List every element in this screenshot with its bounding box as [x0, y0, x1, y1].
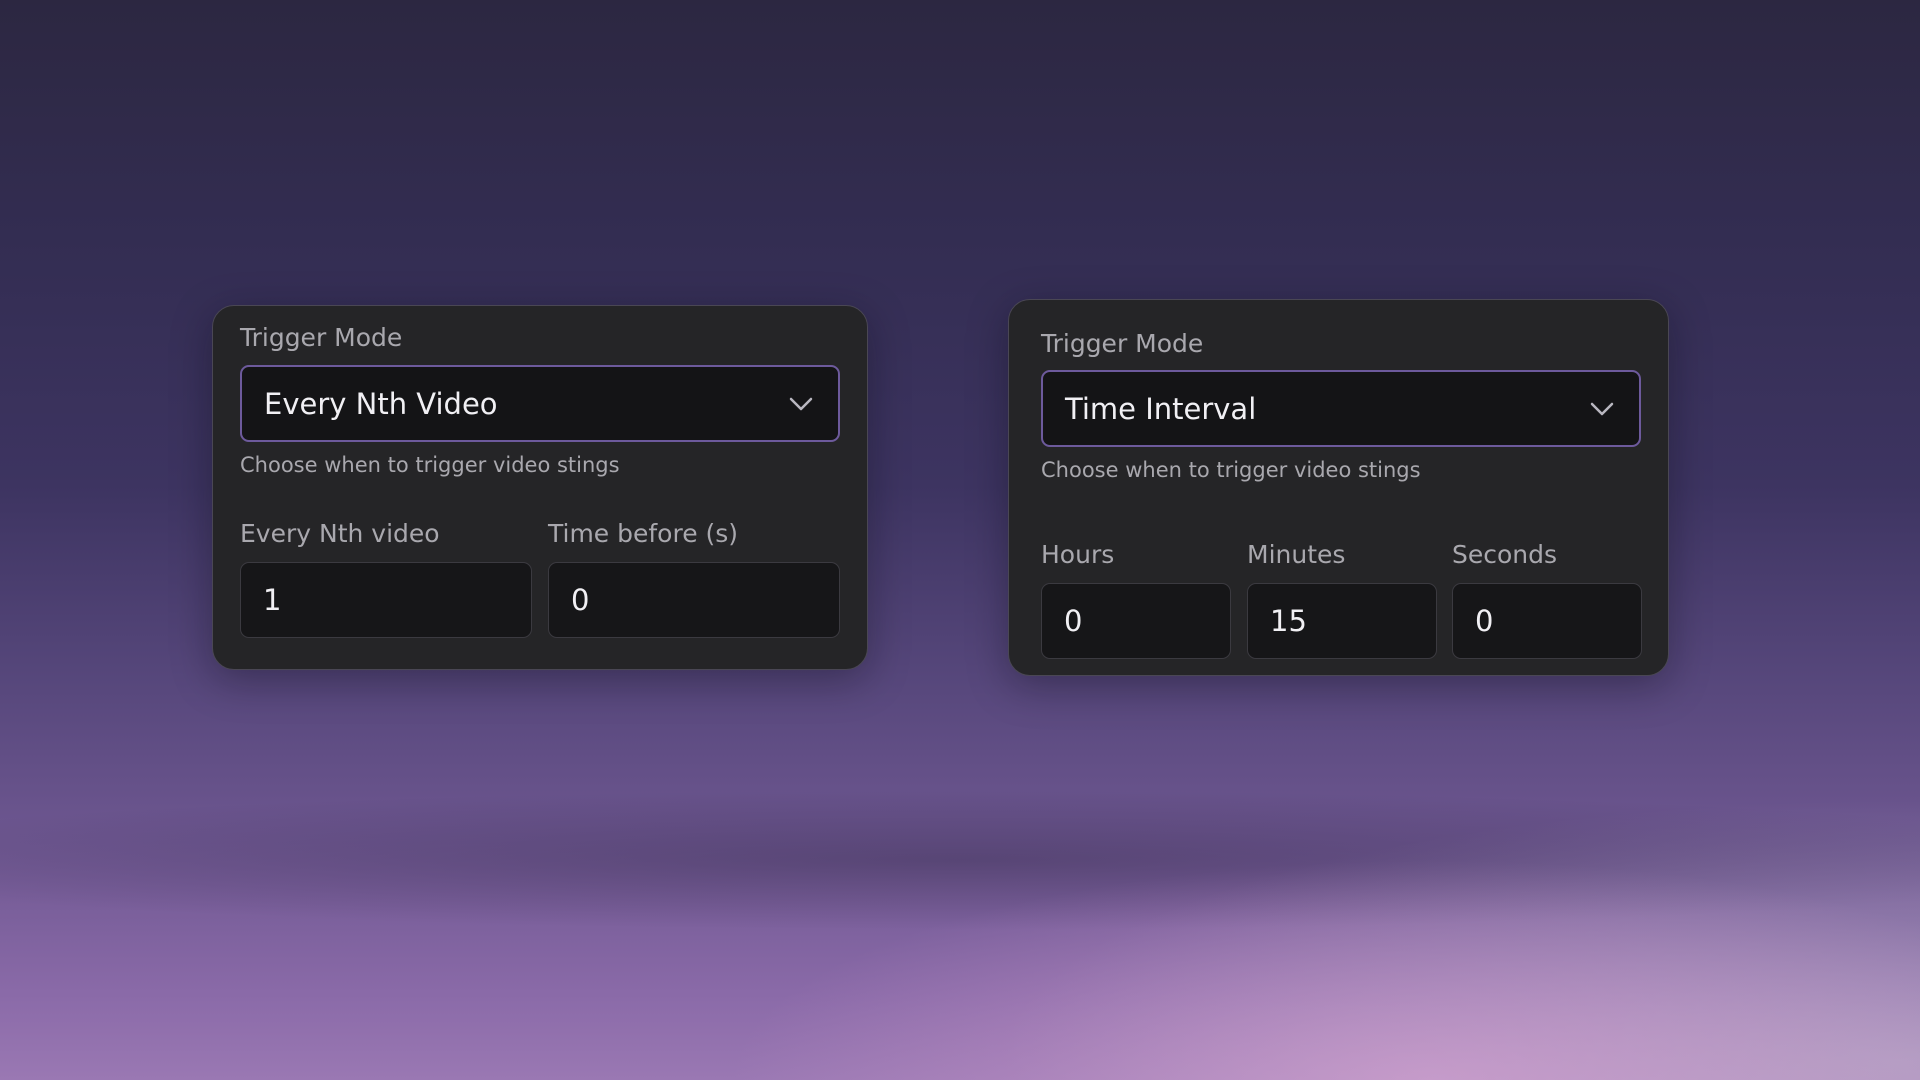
trigger-mode-help-text: Choose when to trigger video stings — [240, 453, 620, 477]
trigger-mode-select[interactable]: Every Nth Video — [240, 365, 840, 442]
trigger-mode-selected-value: Every Nth Video — [264, 386, 498, 421]
trigger-mode-select[interactable]: Time Interval — [1041, 370, 1641, 447]
every-nth-video-input[interactable] — [240, 562, 532, 638]
seconds-label: Seconds — [1452, 540, 1558, 569]
trigger-mode-help-text: Choose when to trigger video stings — [1041, 458, 1421, 482]
trigger-settings-card-every-nth: Trigger Mode Every Nth Video Choose when… — [212, 305, 868, 670]
trigger-settings-card-time-interval: Trigger Mode Time Interval Choose when t… — [1008, 299, 1669, 676]
time-before-label: Time before (s) — [548, 519, 739, 548]
trigger-mode-selected-value: Time Interval — [1065, 391, 1257, 426]
seconds-input[interactable] — [1452, 583, 1642, 659]
hours-input[interactable] — [1041, 583, 1231, 659]
minutes-input[interactable] — [1247, 583, 1437, 659]
hours-label: Hours — [1041, 540, 1115, 569]
minutes-label: Minutes — [1247, 540, 1346, 569]
trigger-mode-label: Trigger Mode — [240, 323, 403, 352]
chevron-down-icon — [789, 397, 813, 410]
every-nth-video-label: Every Nth video — [240, 519, 440, 548]
trigger-mode-label: Trigger Mode — [1041, 329, 1204, 358]
time-before-input[interactable] — [548, 562, 840, 638]
chevron-down-icon — [1590, 402, 1614, 415]
